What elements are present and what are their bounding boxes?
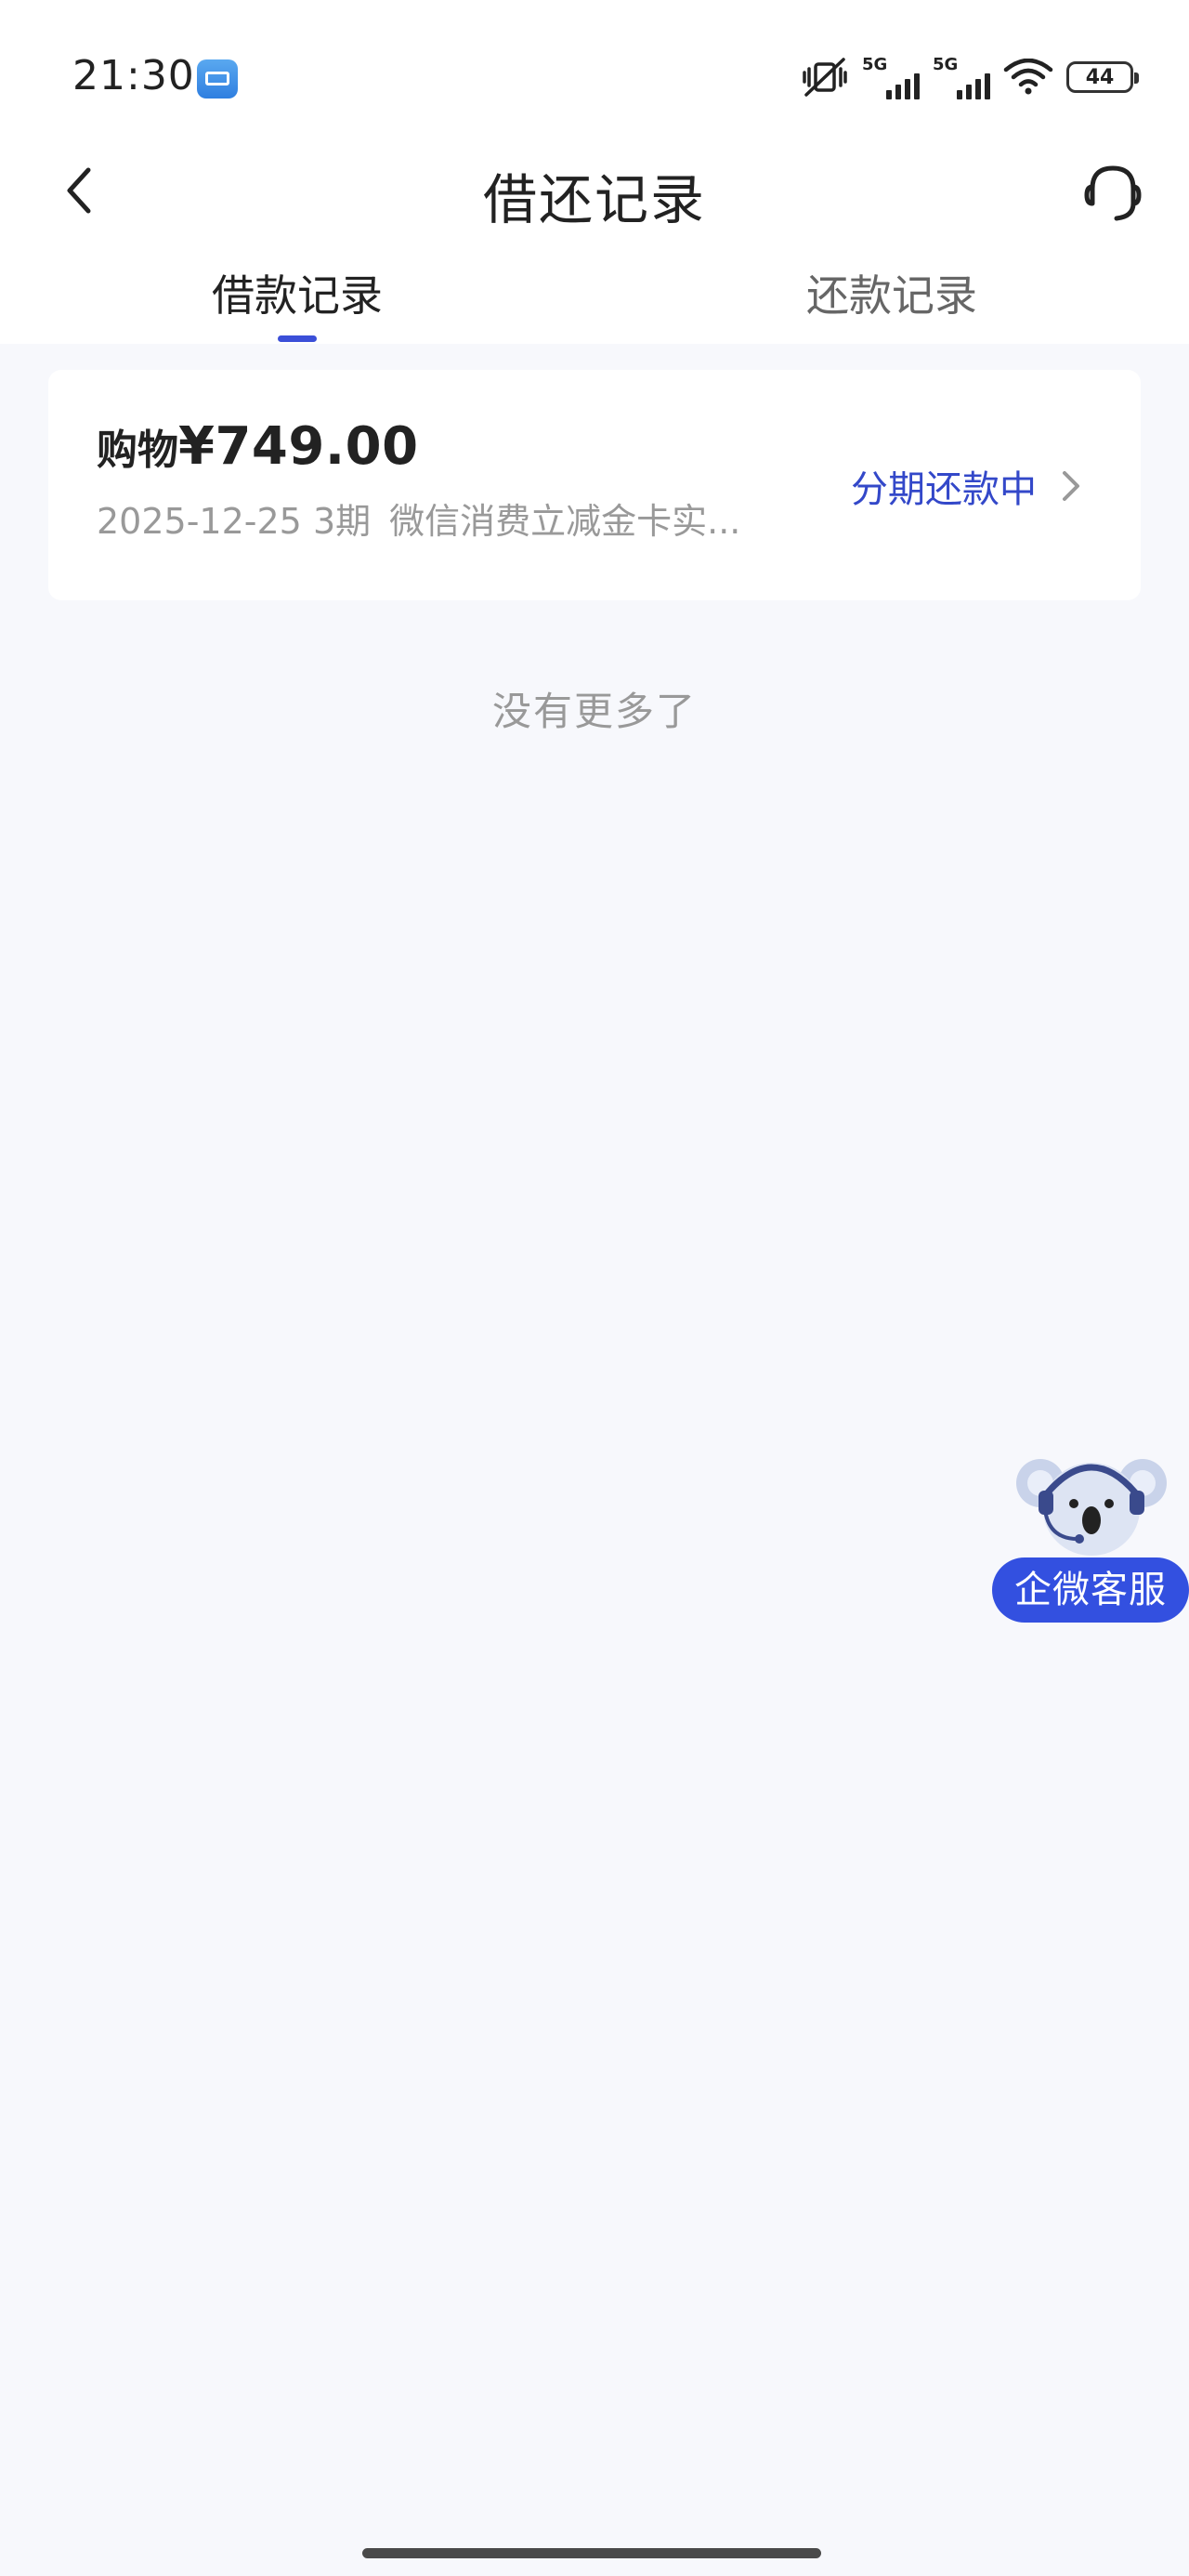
active-tab-indicator xyxy=(278,335,317,342)
mail-app-icon xyxy=(197,59,238,99)
network-type-2: 5G xyxy=(933,55,959,74)
status-icons: 5G 5G 44 xyxy=(801,54,1139,100)
page-title: 借还记录 xyxy=(482,168,706,231)
cellular-signal-1: 5G xyxy=(862,55,920,99)
record-term: 3期 xyxy=(312,501,372,542)
cellular-signal-2: 5G xyxy=(933,55,990,99)
record-tabs: 借款记录 还款记录 xyxy=(0,260,1189,344)
status-time: 21:30 xyxy=(72,52,195,99)
tab-label: 借款记录 xyxy=(212,270,383,321)
record-title: 购物 ¥749.00 xyxy=(97,416,419,477)
battery-indicator: 44 xyxy=(1066,61,1139,93)
network-type-1: 5G xyxy=(862,55,888,74)
record-date: 2025-12-25 xyxy=(97,501,302,542)
loan-record-card[interactable]: 购物 ¥749.00 2025-12-25 3期 微信消费立减金卡实... 分期… xyxy=(48,370,1141,600)
tab-borrow-records[interactable]: 借款记录 xyxy=(0,260,594,344)
list-end-text: 没有更多了 xyxy=(491,689,697,734)
tab-repay-records[interactable]: 还款记录 xyxy=(594,260,1189,344)
record-date-term: 2025-12-25 3期 xyxy=(97,493,371,544)
record-status[interactable]: 分期还款中 xyxy=(851,459,1081,513)
koala-mascot-icon xyxy=(1016,1459,1167,1556)
record-details: 2025-12-25 3期 微信消费立减金卡实... xyxy=(97,493,840,544)
headset-icon xyxy=(1084,165,1142,221)
floating-service-label: 企微客服 xyxy=(992,1557,1189,1623)
record-description: 微信消费立减金卡实... xyxy=(389,501,741,542)
nav-bar: 借还记录 xyxy=(0,139,1189,242)
chevron-right-icon xyxy=(1063,471,1079,501)
floating-service-button[interactable]: 企微客服 xyxy=(992,1450,1189,1626)
record-category: 购物 xyxy=(97,427,178,474)
status-bar: 21:30 5G 5G 44 xyxy=(0,0,1189,158)
home-indicator[interactable] xyxy=(362,2548,821,2558)
tab-label: 还款记录 xyxy=(806,270,977,321)
record-status-text: 分期还款中 xyxy=(851,468,1037,511)
record-amount: ¥749.00 xyxy=(178,416,419,477)
vibrate-mute-icon xyxy=(803,58,847,97)
customer-service-button[interactable] xyxy=(1076,156,1150,230)
wifi-icon xyxy=(1003,59,1053,95)
